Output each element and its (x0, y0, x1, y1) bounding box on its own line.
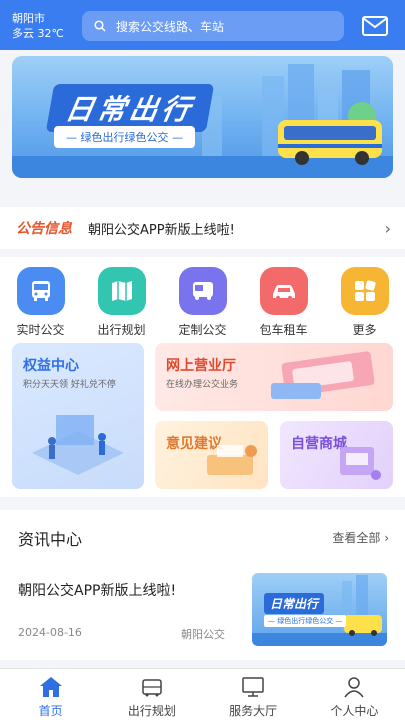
service-cards: 权益中心 积分天天领 好礼兑不停 网上营业厅 在线办理公交业务 意见建议 自营商… (0, 335, 405, 497)
tab-label: 出行规划 (127, 704, 176, 718)
notice-text: 朝阳公交APP新版上线啦! (88, 222, 235, 238)
banner-carousel[interactable]: 日常出行 — 绿色出行绿色公交 — (12, 56, 393, 178)
notice-tag: 公告信息 (16, 221, 72, 237)
feedback-illustration (207, 445, 257, 475)
more-icon (340, 267, 389, 315)
chevron-right-icon: › (384, 219, 391, 238)
user-icon (344, 677, 364, 698)
home-icon (39, 677, 62, 697)
tab-profile[interactable]: 个人中心 (304, 669, 405, 720)
news-item-title: 朝阳公交APP新版上线啦! (18, 583, 177, 599)
news-item-thumbnail: 日常出行 — 绿色出行绿色公交 — (252, 573, 387, 646)
tab-service-hall[interactable]: 服务大厅 (203, 669, 304, 720)
online-hall-card[interactable]: 网上营业厅 在线办理公交业务 (155, 343, 393, 411)
search-icon (94, 20, 106, 32)
news-list-item[interactable]: 朝阳公交APP新版上线啦! 2024-08-16 朝阳公交 日常出行 — 绿色出… (0, 560, 405, 660)
tab-label: 服务大厅 (229, 704, 278, 718)
tab-label: 个人中心 (330, 704, 379, 718)
map-icon (97, 267, 146, 315)
monitor-icon (242, 677, 264, 697)
car-icon (259, 267, 308, 315)
view-all-label: 查看全部 (332, 531, 381, 545)
bottom-tab-bar: 首页 出行规划 服务大厅 个人中心 (0, 668, 405, 720)
view-all-link[interactable]: 查看全部 › (332, 529, 389, 546)
news-item-date: 2024-08-16 (18, 626, 82, 639)
news-item-source: 朝阳公交 (181, 628, 225, 641)
tab-label: 首页 (38, 704, 63, 718)
thumbnail-slogan: — 绿色出行绿色公交 — (264, 615, 347, 627)
quick-item-charter[interactable]: 包车租车 (249, 267, 319, 338)
location-weather[interactable]: 朝阳市 多云 32℃ (12, 11, 64, 41)
tab-trip-planning[interactable]: 出行规划 (101, 669, 202, 720)
quick-menu: 实时公交 出行规划 定制公交 包车租车 更多 (0, 257, 405, 347)
notice-bar[interactable]: 公告信息 朝阳公交APP新版上线啦! › (0, 207, 405, 249)
news-section-header: 资讯中心 查看全部 › (0, 510, 405, 560)
banner-slogan: — 绿色出行绿色公交 — (54, 126, 195, 148)
online-hall-illustration (271, 351, 375, 399)
quick-item-realtime-bus[interactable]: 实时公交 (6, 267, 76, 338)
quick-item-custom-bus[interactable]: 定制公交 (168, 267, 238, 338)
mail-icon[interactable] (361, 14, 389, 38)
banner-title: 日常出行 (45, 84, 215, 132)
custom-bus-icon (178, 267, 227, 315)
quick-item-more[interactable]: 更多 (330, 267, 400, 338)
rights-center-card[interactable]: 权益中心 积分天天领 好礼兑不停 (12, 343, 144, 489)
news-section-title: 资讯中心 (18, 530, 83, 549)
route-icon (142, 679, 162, 697)
search-bar[interactable]: 搜索公交线路、车站 (82, 11, 344, 41)
search-placeholder: 搜索公交线路、车站 (116, 19, 225, 34)
weather-label: 多云 32℃ (12, 27, 64, 40)
chevron-right-icon: › (384, 531, 389, 545)
mall-card[interactable]: 自营商城 (280, 421, 393, 489)
thumbnail-title: 日常出行 (264, 593, 325, 614)
rights-illustration (32, 415, 124, 475)
feedback-card[interactable]: 意见建议 (155, 421, 268, 489)
quick-item-trip-planning[interactable]: 出行规划 (87, 267, 157, 338)
top-header: 朝阳市 多云 32℃ 搜索公交线路、车站 (0, 0, 405, 50)
bus-icon (16, 267, 65, 315)
city-label: 朝阳市 (12, 12, 45, 25)
tab-home[interactable]: 首页 (0, 669, 101, 720)
mall-illustration (340, 447, 381, 480)
